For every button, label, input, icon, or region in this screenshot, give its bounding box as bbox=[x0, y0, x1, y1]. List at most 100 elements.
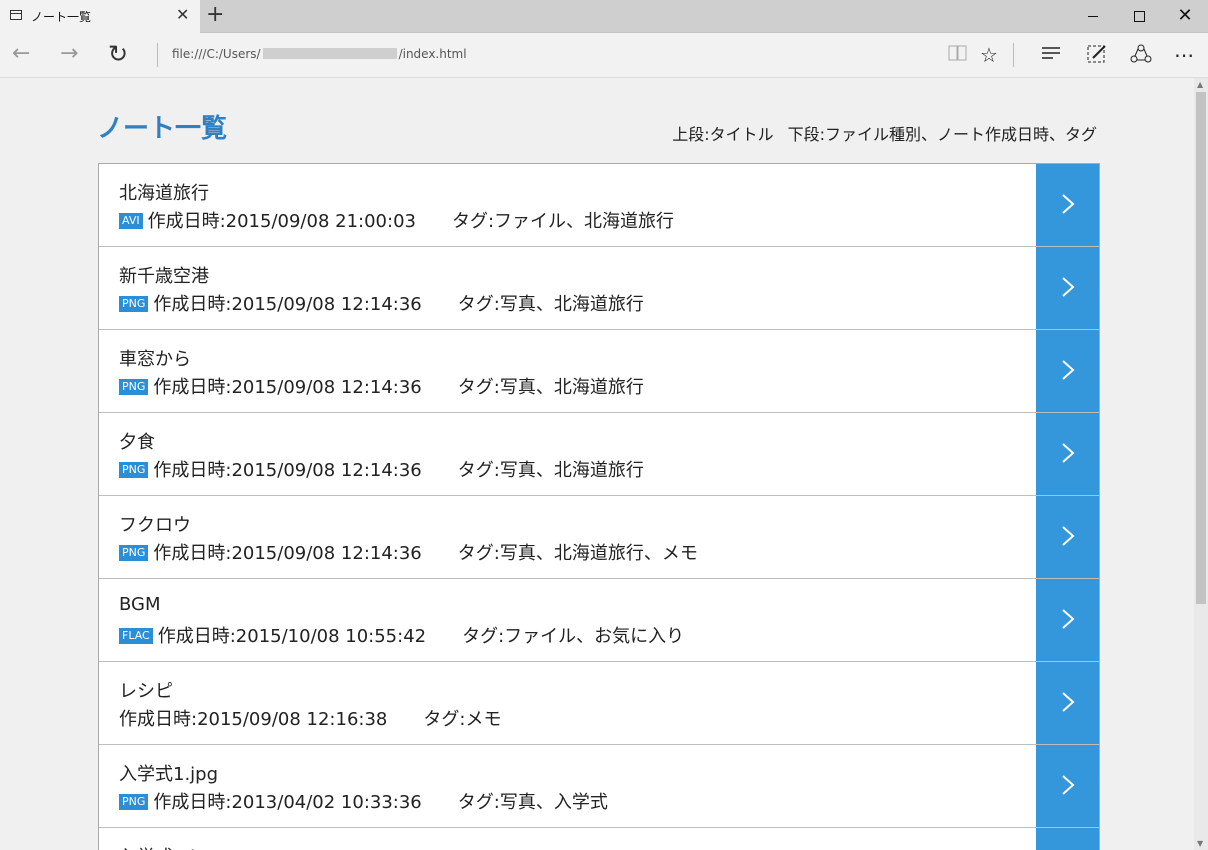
note-row[interactable]: 北海道旅行 AVI 作成日時:2015/09/08 21:00:03 タグ:ファイル、… bbox=[99, 164, 1099, 247]
note-title: レシピ bbox=[119, 681, 173, 702]
note-tags: タグ:写真、北海道旅行 bbox=[457, 460, 644, 481]
note-tags: タグ:ファイル、北海道旅行 bbox=[451, 211, 675, 232]
note-row[interactable]: 新千歳空港 PNG 作成日時:2015/09/08 12:14:36 タグ:写真、北海… bbox=[99, 247, 1099, 330]
note-tags: タグ:写真、北海道旅行、メモ bbox=[457, 543, 698, 564]
note-tags: タグ:写真、入学式 bbox=[457, 792, 608, 813]
note-title: フクロウ bbox=[119, 515, 191, 536]
file-type-badge: PNG bbox=[119, 379, 149, 395]
pen-icon[interactable] bbox=[1086, 43, 1108, 70]
chevron-right-icon bbox=[1062, 526, 1075, 546]
note-row[interactable]: 車窓から PNG 作成日時:2015/09/08 12:14:36 タグ:写真、北海道… bbox=[99, 330, 1099, 413]
note-meta: 作成日時:2015/09/08 12:16:38 タグ:メモ bbox=[119, 705, 501, 731]
more-icon[interactable]: ⋯ bbox=[1174, 43, 1194, 67]
file-type-badge: PNG bbox=[119, 296, 149, 312]
created-date: 作成日時:2015/10/08 10:55:42 bbox=[157, 626, 427, 647]
open-note-button[interactable] bbox=[1036, 413, 1099, 495]
open-note-button[interactable] bbox=[1036, 496, 1099, 578]
note-title: 車窓から bbox=[119, 349, 191, 370]
scroll-up-icon[interactable]: ▲ bbox=[1197, 80, 1203, 89]
created-date: 作成日時:2015/09/08 12:16:38 bbox=[119, 709, 388, 730]
maximize-button[interactable] bbox=[1116, 0, 1162, 32]
note-title: 入学式1.jpg bbox=[119, 764, 219, 785]
page-title: ノート一覧 bbox=[97, 114, 228, 144]
scroll-down-icon[interactable]: ▼ bbox=[1197, 839, 1203, 848]
note-row[interactable]: 入学式1.jpg PNG 作成日時:2013/04/02 10:33:36 タグ:写真… bbox=[99, 745, 1099, 828]
created-date: 作成日時:2015/09/08 12:14:36 bbox=[153, 377, 422, 398]
note-row[interactable]: 夕食 PNG 作成日時:2015/09/08 12:14:36 タグ:写真、北海道旅行 bbox=[99, 413, 1099, 496]
legend-lower: 下段:ファイル種別、ノート作成日時、タグ bbox=[787, 125, 1097, 144]
address-suffix: /index.html bbox=[398, 47, 467, 61]
note-meta: FLAC 作成日時:2015/10/08 10:55:42 タグ:ファイル、お気に入… bbox=[119, 622, 684, 648]
legend-upper: 上段:タイトル bbox=[672, 125, 774, 144]
address-divider bbox=[157, 43, 158, 67]
page-viewport: ノート一覧 上段:タイトル 下段:ファイル種別、ノート作成日時、タグ 北海道旅行 A… bbox=[0, 78, 1194, 850]
navigation-bar: ← → ↻ file:///C:/Users/ /index.html ☆ ⋯ bbox=[0, 33, 1208, 78]
note-title: 入学式2.j bbox=[119, 843, 195, 850]
refresh-icon[interactable]: ↻ bbox=[108, 41, 128, 67]
share-icon[interactable] bbox=[1130, 43, 1152, 70]
note-tags: タグ:写真、北海道旅行 bbox=[457, 377, 644, 398]
file-type-badge: FLAC bbox=[119, 628, 153, 644]
open-note-button[interactable] bbox=[1036, 662, 1099, 744]
close-tab-icon[interactable]: ✕ bbox=[176, 5, 189, 24]
open-note-button[interactable] bbox=[1036, 745, 1099, 827]
note-meta: PNG 作成日時:2013/04/02 10:33:36 タグ:写真、入学式 bbox=[119, 788, 608, 814]
minimize-button[interactable] bbox=[1070, 0, 1116, 32]
created-date: 作成日時:2013/04/02 10:33:36 bbox=[153, 792, 422, 813]
tab-title: ノート一覧 bbox=[31, 10, 92, 24]
open-note-button[interactable] bbox=[1036, 828, 1099, 850]
address-prefix: file:///C:/Users/ bbox=[172, 47, 261, 61]
file-type-badge: AVI bbox=[119, 213, 143, 229]
note-title: 北海道旅行 bbox=[119, 183, 209, 204]
note-row[interactable]: BGM FLAC 作成日時:2015/10/08 10:55:42 タグ:ファイル、お… bbox=[99, 579, 1099, 662]
note-title: 新千歳空港 bbox=[119, 266, 209, 287]
note-row[interactable]: 入学式2.j bbox=[99, 828, 1099, 850]
open-note-button[interactable] bbox=[1036, 247, 1099, 329]
scroll-thumb[interactable] bbox=[1196, 92, 1206, 604]
open-note-button[interactable] bbox=[1036, 330, 1099, 412]
note-list: 北海道旅行 AVI 作成日時:2015/09/08 21:00:03 タグ:ファイル、… bbox=[98, 163, 1100, 850]
book-icon[interactable] bbox=[948, 43, 968, 67]
chevron-right-icon bbox=[1062, 277, 1075, 297]
arrow-left-icon[interactable]: ← bbox=[12, 41, 30, 67]
chevron-right-icon bbox=[1062, 360, 1075, 380]
note-row[interactable]: レシピ作成日時:2015/09/08 12:16:38 タグ:メモ bbox=[99, 662, 1099, 745]
file-type-badge: PNG bbox=[119, 545, 149, 561]
note-meta: PNG 作成日時:2015/09/08 12:14:36 タグ:写真、北海道旅行、メ… bbox=[119, 539, 698, 565]
arrow-right-icon[interactable]: → bbox=[60, 41, 78, 67]
note-tags: タグ:ファイル、お気に入り bbox=[462, 626, 685, 647]
new-tab-icon[interactable]: + bbox=[206, 2, 224, 28]
note-title: 夕食 bbox=[119, 432, 155, 453]
created-date: 作成日時:2015/09/08 12:14:36 bbox=[153, 543, 422, 564]
file-type-badge: PNG bbox=[119, 462, 149, 478]
close-window-button[interactable]: ✕ bbox=[1162, 0, 1208, 32]
redacted-username bbox=[262, 48, 397, 59]
note-row[interactable]: フクロウ PNG 作成日時:2015/09/08 12:14:36 タグ:写真、北海道… bbox=[99, 496, 1099, 579]
note-meta: AVI 作成日時:2015/09/08 21:00:03 タグ:ファイル、北海道旅行 bbox=[119, 207, 674, 233]
title-bar: ノート一覧 ✕ + ✕ bbox=[0, 0, 1208, 33]
created-date: 作成日時:2015/09/08 12:14:36 bbox=[153, 460, 422, 481]
file-type-badge: PNG bbox=[119, 794, 149, 810]
tab-page-icon bbox=[10, 10, 22, 20]
note-meta: PNG 作成日時:2015/09/08 12:14:36 タグ:写真、北海道旅行 bbox=[119, 456, 644, 482]
note-meta: PNG 作成日時:2015/09/08 12:14:36 タグ:写真、北海道旅行 bbox=[119, 373, 644, 399]
created-date: 作成日時:2015/09/08 12:14:36 bbox=[153, 294, 422, 315]
address-bar[interactable]: file:///C:/Users/ /index.html bbox=[172, 47, 467, 61]
chevron-right-icon bbox=[1062, 194, 1075, 214]
open-note-button[interactable] bbox=[1036, 164, 1099, 246]
star-icon[interactable]: ☆ bbox=[980, 43, 998, 67]
open-note-button[interactable] bbox=[1036, 579, 1099, 661]
hub-icon[interactable] bbox=[1040, 43, 1062, 67]
browser-tab[interactable]: ノート一覧 ✕ bbox=[0, 0, 200, 33]
note-tags: タグ:メモ bbox=[423, 709, 502, 730]
vertical-scrollbar[interactable]: ▲ ▼ bbox=[1194, 78, 1208, 850]
chevron-right-icon bbox=[1062, 775, 1075, 795]
toolbar-divider bbox=[1013, 43, 1014, 67]
note-meta: PNG 作成日時:2015/09/08 12:14:36 タグ:写真、北海道旅行 bbox=[119, 290, 644, 316]
chevron-right-icon bbox=[1062, 692, 1075, 712]
note-title: BGM bbox=[119, 594, 161, 615]
note-tags: タグ:写真、北海道旅行 bbox=[457, 294, 644, 315]
chevron-right-icon bbox=[1062, 443, 1075, 463]
chevron-right-icon bbox=[1062, 609, 1075, 629]
legend: 上段:タイトル 下段:ファイル種別、ノート作成日時、タグ bbox=[672, 121, 1097, 145]
